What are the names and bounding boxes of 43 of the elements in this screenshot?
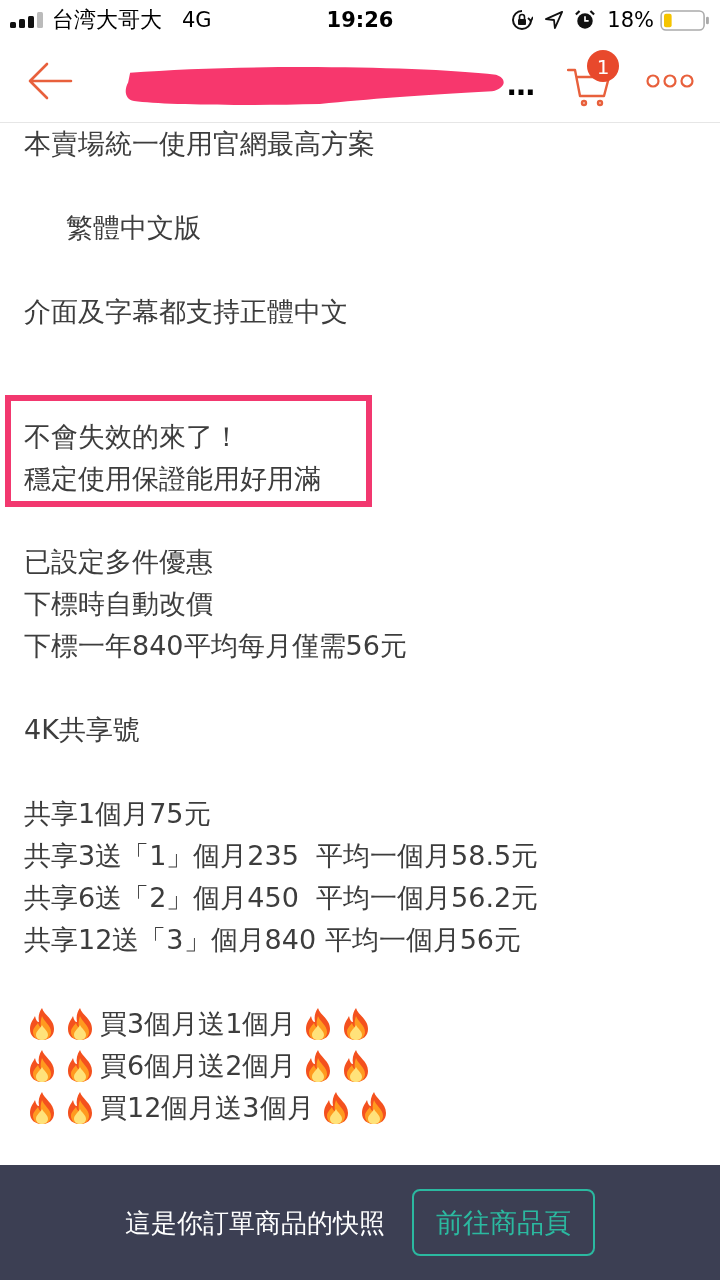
signal-icon <box>10 12 44 28</box>
orientation-lock-icon <box>511 9 534 31</box>
description-line: 已設定多件優惠 <box>24 545 213 579</box>
description-line: 共享1個月75元 <box>24 797 211 831</box>
description-line: 共享6送「2」個月450 平均一個月56.2元 <box>24 881 539 915</box>
description-line: 不會失效的來了！ <box>24 420 240 454</box>
flame-icon <box>342 1050 371 1082</box>
promo-line: 買6個月送2個月 <box>100 1049 297 1083</box>
flame-icon <box>66 1092 94 1124</box>
description-line: 介面及字幕都支持正體中文 <box>24 295 348 329</box>
back-arrow-icon[interactable] <box>27 62 73 100</box>
flame-icon <box>321 1092 350 1124</box>
description-line: 共享12送「3」個月840 平均一個月56元 <box>24 923 521 957</box>
flame-icon <box>359 1092 388 1124</box>
flame-icon <box>28 1050 56 1082</box>
battery-icon <box>660 9 710 31</box>
description-line: 下標時自動改價 <box>24 587 213 621</box>
cart-badge: 1 <box>587 50 619 82</box>
flame-icon <box>28 1092 56 1124</box>
description-line: 下標一年840平均每月僅需56元 <box>24 629 407 663</box>
flame-icon <box>304 1008 333 1040</box>
go-to-product-button[interactable]: 前往商品頁 <box>412 1189 595 1256</box>
description-line: 穩定使用保證能用好用滿 <box>24 462 321 496</box>
flame-icon <box>66 1008 94 1040</box>
description-line: 本賣場統一使用官網最高方案 <box>24 127 375 161</box>
flame-icon <box>342 1008 371 1040</box>
promo-line: 買12個月送3個月 <box>100 1091 314 1125</box>
promo-line: 買3個月送1個月 <box>100 1007 297 1041</box>
clock-time: 19:26 <box>326 9 394 31</box>
description-line: 4K共享號 <box>24 713 140 747</box>
carrier-name: 台湾大哥大 <box>52 9 162 31</box>
location-arrow-icon <box>545 11 564 29</box>
alarm-clock-icon <box>575 10 596 30</box>
network-type: 4G <box>182 9 212 31</box>
battery-percent: 18% <box>607 9 654 31</box>
flame-icon <box>66 1050 94 1082</box>
flame-icon <box>28 1008 56 1040</box>
description-line: 共享3送「1」個月235 平均一個月58.5元 <box>24 839 539 873</box>
page-title: … <box>507 72 535 100</box>
more-options-icon[interactable] <box>646 74 694 88</box>
flame-icon <box>304 1050 333 1082</box>
snapshot-notice: 這是你訂單商品的快照 <box>125 1209 385 1236</box>
description-line: 繁體中文版 <box>66 211 201 245</box>
